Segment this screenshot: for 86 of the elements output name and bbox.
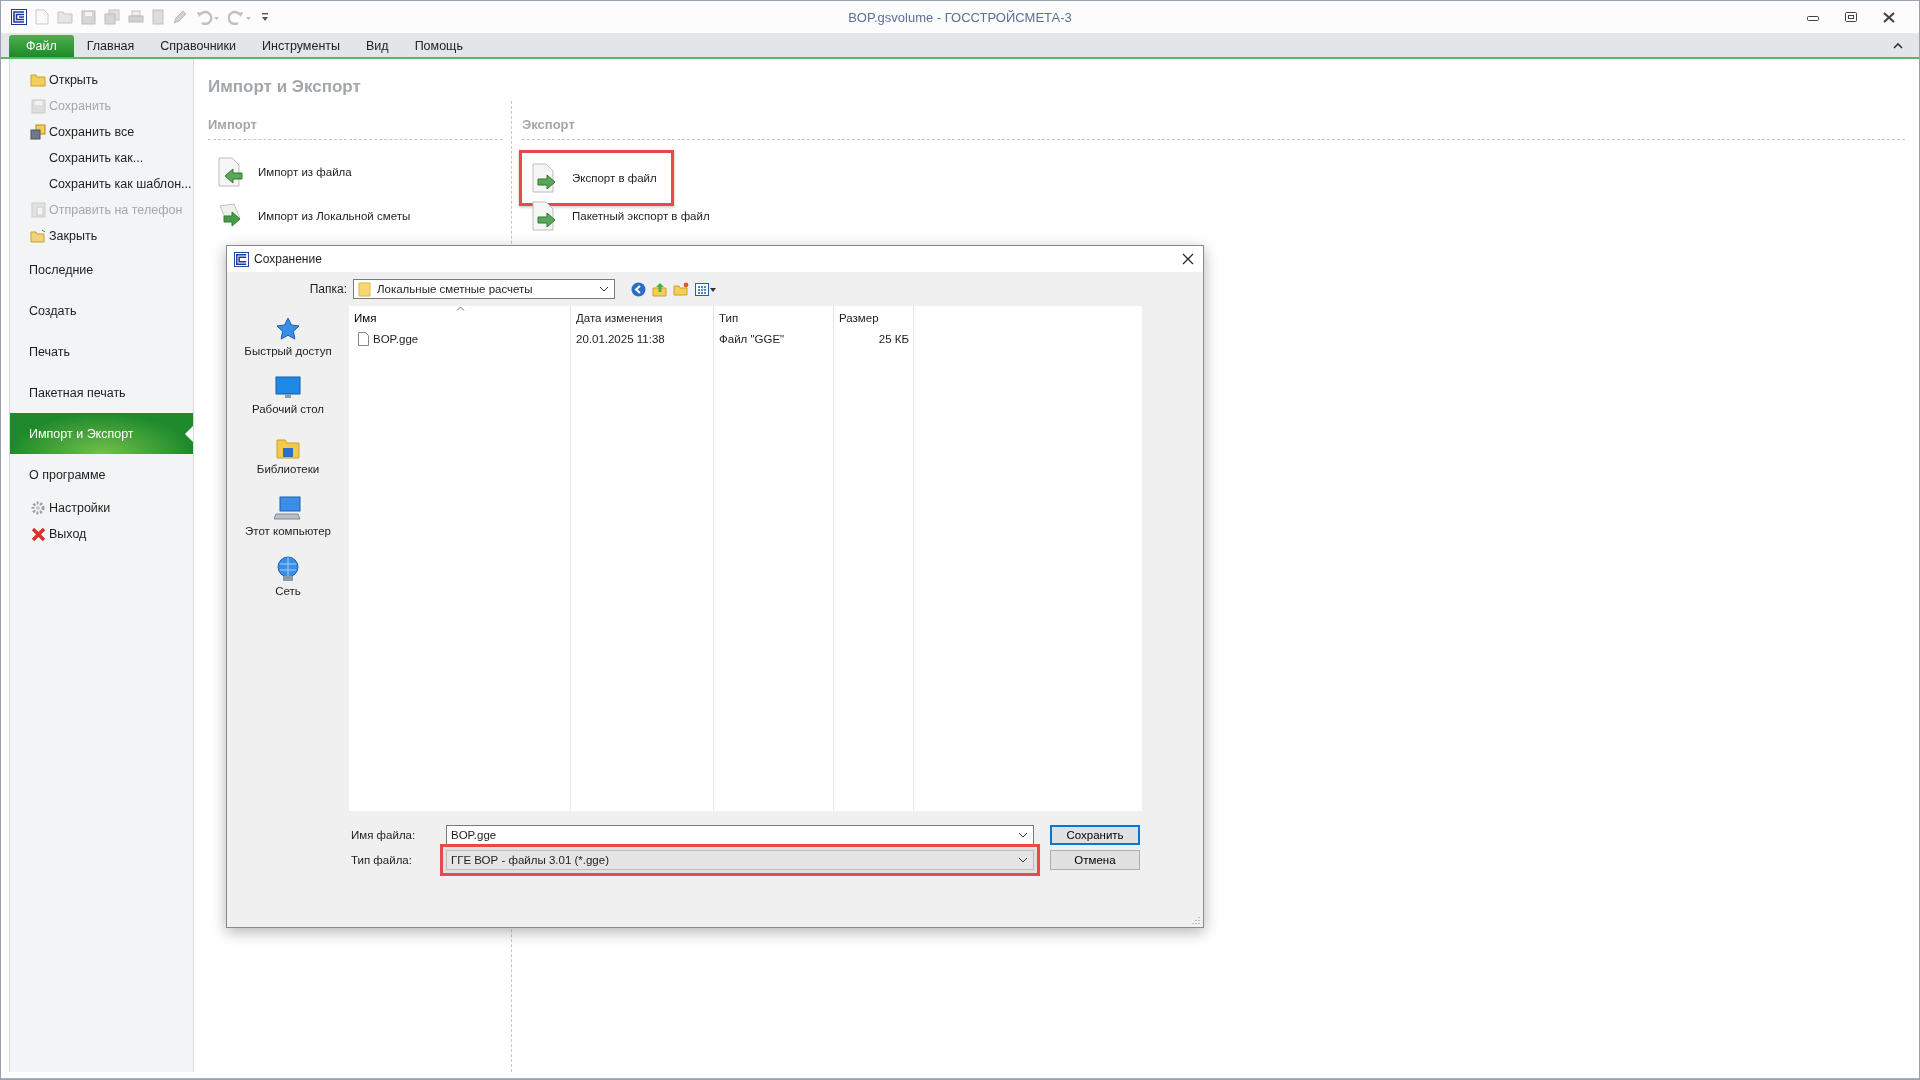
place-item[interactable]: Этот компьютер bbox=[245, 496, 331, 556]
disks-icon bbox=[30, 124, 46, 140]
field-label: Тип файла: bbox=[351, 854, 413, 866]
menu-item[interactable]: Настройки bbox=[10, 495, 193, 521]
monitor-icon bbox=[275, 376, 301, 400]
new-document-icon[interactable] bbox=[35, 9, 49, 25]
customize-toolbar-icon[interactable] bbox=[260, 11, 270, 23]
folder-icon[interactable] bbox=[57, 10, 73, 24]
section-title: Экспорт bbox=[522, 117, 576, 134]
column-header[interactable]: Имя bbox=[349, 306, 571, 328]
close-icon[interactable] bbox=[1883, 11, 1895, 23]
chevron-down-icon bbox=[1018, 857, 1028, 863]
exit-cross-icon bbox=[30, 526, 46, 542]
menu-item[interactable]: Сохранить все bbox=[10, 119, 193, 145]
column-header[interactable]: Тип bbox=[714, 306, 834, 328]
document-right-arrow-icon bbox=[530, 163, 558, 193]
place-item[interactable]: Сеть bbox=[274, 556, 302, 616]
cancel-button[interactable]: Отмена bbox=[1050, 850, 1140, 870]
backstage-tab[interactable]: О программе bbox=[10, 454, 193, 495]
collapse-ribbon-icon[interactable] bbox=[1893, 41, 1903, 49]
app-logo-icon bbox=[234, 251, 249, 267]
menu-item[interactable]: Открыть bbox=[10, 67, 193, 93]
phone-icon bbox=[30, 202, 46, 218]
computer-icon bbox=[274, 496, 302, 522]
new-folder-icon[interactable] bbox=[673, 282, 689, 296]
view-menu-icon[interactable] bbox=[695, 282, 716, 296]
chevron-down-icon bbox=[1018, 832, 1028, 838]
document-right-arrow-icon bbox=[530, 201, 558, 231]
redo-icon[interactable] bbox=[228, 9, 252, 25]
file-date: 20.01.2025 11:38 bbox=[576, 333, 665, 345]
file-icon bbox=[358, 332, 369, 346]
action-item[interactable]: Экспорт в файл bbox=[519, 150, 674, 206]
save-button[interactable]: Сохранить bbox=[1050, 825, 1140, 845]
scroll-arrow-icon bbox=[216, 202, 244, 230]
ribbon-tab[interactable]: Вид bbox=[353, 35, 402, 57]
place-item[interactable]: Библиотеки bbox=[256, 436, 320, 496]
ribbon-tab[interactable]: Файл bbox=[9, 35, 74, 57]
resize-grip-icon[interactable] bbox=[1192, 916, 1200, 924]
disks-icon[interactable] bbox=[104, 9, 120, 25]
chevron-down-icon bbox=[599, 286, 609, 292]
app-logo-icon bbox=[11, 9, 27, 25]
folder-label: Папка: bbox=[308, 281, 347, 297]
menu-item[interactable]: Выход bbox=[10, 521, 193, 547]
place-item[interactable]: Быстрый доступ bbox=[244, 316, 332, 376]
folder-icon bbox=[358, 281, 371, 297]
file-name[interactable]: BOP.gge bbox=[373, 333, 419, 345]
back-icon[interactable] bbox=[631, 281, 646, 297]
folder-icon bbox=[30, 229, 46, 243]
column-header[interactable]: Размер bbox=[834, 306, 914, 328]
pencil-icon[interactable] bbox=[172, 9, 188, 25]
gear-icon bbox=[30, 500, 46, 516]
printer-icon[interactable] bbox=[128, 9, 144, 25]
section-title: Импорт bbox=[208, 117, 258, 134]
star-icon bbox=[275, 316, 301, 342]
menu-item[interactable]: Сохранить как... bbox=[10, 145, 193, 171]
field-label: Имя файла: bbox=[351, 829, 417, 841]
action-item[interactable]: Импорт из Локальной сметы bbox=[205, 194, 428, 238]
backstage-tab[interactable]: Создать bbox=[10, 290, 193, 331]
window-title: BOP.gsvolume - ГОССТРОЙСМЕТА-3 bbox=[848, 9, 1072, 25]
folder-dropdown[interactable]: Локальные сметные расчеты bbox=[353, 279, 615, 299]
menu-item[interactable]: Сохранить как шаблон... bbox=[10, 171, 193, 197]
file-name-field[interactable]: BOP.gge bbox=[446, 825, 1034, 845]
ribbon-tab[interactable]: Инструменты bbox=[249, 35, 353, 57]
page-title: Импорт и Экспорт bbox=[208, 77, 362, 98]
backstage-tab[interactable]: Пакетная печать bbox=[10, 372, 193, 413]
file-size: 25 КБ bbox=[878, 333, 909, 345]
place-item[interactable]: Рабочий стол bbox=[251, 376, 325, 436]
menu-item[interactable]: Закрыть bbox=[10, 223, 193, 249]
undo-icon[interactable] bbox=[196, 9, 220, 25]
dialog-title: Сохранение bbox=[254, 252, 322, 266]
folder-icon bbox=[275, 436, 301, 460]
folder-icon bbox=[30, 73, 46, 87]
action-item[interactable]: Импорт из файла bbox=[205, 150, 369, 194]
document-left-arrow-icon bbox=[216, 157, 244, 187]
restore-icon[interactable] bbox=[1845, 12, 1857, 22]
globe-icon bbox=[274, 556, 302, 582]
ribbon-tab[interactable]: Справочники bbox=[147, 35, 250, 57]
minimize-icon[interactable] bbox=[1807, 13, 1819, 21]
file-type: Файл "GGE" bbox=[719, 333, 785, 345]
column-header[interactable]: Дата изменения bbox=[571, 306, 714, 328]
close-icon[interactable] bbox=[1182, 253, 1194, 265]
folder-up-icon[interactable] bbox=[652, 281, 667, 297]
ribbon-tab[interactable]: Главная bbox=[73, 35, 148, 57]
ribbon-tab[interactable]: Помощь bbox=[401, 35, 476, 57]
backstage-tab[interactable]: Последние bbox=[10, 249, 193, 290]
backstage-tab[interactable]: Печать bbox=[10, 331, 193, 372]
